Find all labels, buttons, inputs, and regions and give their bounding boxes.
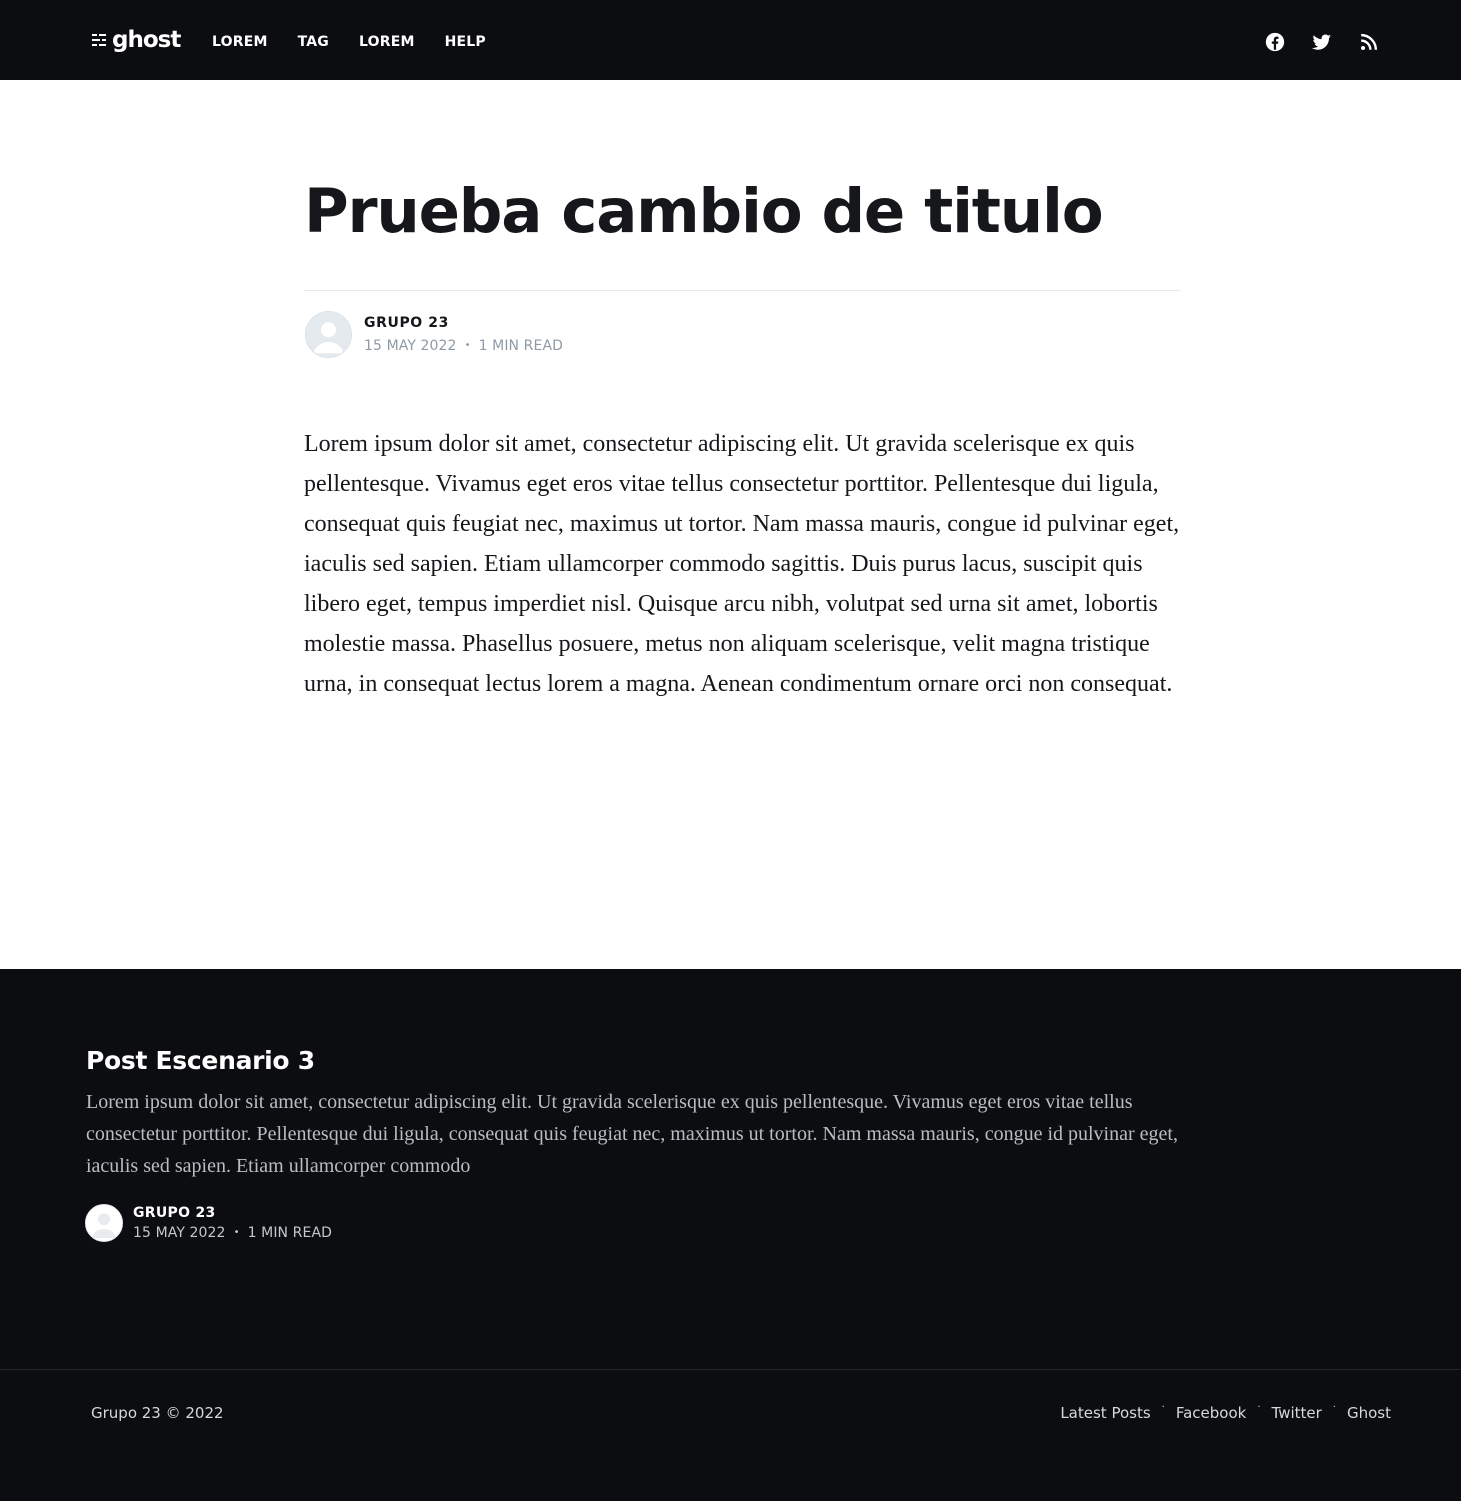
rss-icon[interactable] [1358, 31, 1380, 53]
twitter-icon[interactable] [1311, 31, 1333, 53]
footer-nav: Latest Posts · Facebook · Twitter · Ghos… [1060, 1401, 1391, 1423]
next-post-title[interactable]: Post Escenario 3 [86, 1044, 315, 1078]
next-meta-separator: • [233, 1227, 240, 1238]
next-post-byline: GRUPO 23 15 MAY 2022 • 1 MIN READ [85, 1204, 332, 1242]
nav-item-tag[interactable]: TAG [298, 33, 329, 51]
site-footer: Grupo 23 © 2022 Latest Posts · Facebook … [0, 1369, 1461, 1501]
post-meta: 15 MAY 2022 • 1 MIN READ [364, 336, 563, 356]
user-icon [306, 312, 351, 357]
footer-separator: · [1332, 1401, 1336, 1413]
byline-text: GRUPO 23 15 MAY 2022 • 1 MIN READ [364, 313, 563, 356]
site-header: ghost LOREM TAG LOREM HELP [0, 0, 1461, 80]
footer-link-ghost[interactable]: Ghost [1347, 1403, 1391, 1423]
footer-separator: · [1161, 1401, 1165, 1413]
author-avatar[interactable] [305, 311, 352, 358]
post-title: Prueba cambio de titulo [304, 176, 1104, 247]
post-content: Lorem ipsum dolor sit amet, consectetur … [304, 431, 1180, 697]
footer-link-latest-posts[interactable]: Latest Posts [1060, 1403, 1150, 1423]
post-byline: GRUPO 23 15 MAY 2022 • 1 MIN READ [305, 311, 563, 358]
next-post-excerpt[interactable]: Lorem ipsum dolor sit amet, consectetur … [86, 1086, 1206, 1182]
footer-link-facebook[interactable]: Facebook [1176, 1403, 1246, 1423]
next-author-avatar[interactable] [85, 1204, 123, 1242]
next-reading-time: 1 MIN READ [247, 1225, 332, 1241]
meta-separator: • [464, 340, 471, 351]
nav-item-lorem-2[interactable]: LOREM [359, 33, 415, 51]
next-byline-text: GRUPO 23 15 MAY 2022 • 1 MIN READ [133, 1204, 332, 1242]
facebook-icon[interactable] [1264, 31, 1286, 53]
user-icon [86, 1205, 122, 1241]
reading-time: 1 MIN READ [478, 338, 563, 354]
logo-text: ghost [112, 27, 181, 53]
next-post-date: 15 MAY 2022 [133, 1225, 226, 1241]
main-nav: LOREM TAG LOREM HELP [212, 33, 516, 51]
post-date: 15 MAY 2022 [364, 338, 457, 354]
next-post-meta: 15 MAY 2022 • 1 MIN READ [133, 1224, 332, 1242]
footer-link-twitter[interactable]: Twitter [1272, 1403, 1322, 1423]
title-divider [304, 290, 1180, 291]
site-logo[interactable]: ghost [92, 26, 181, 54]
ghost-logo-icon [92, 34, 106, 46]
social-links [1264, 31, 1380, 53]
footer-separator: · [1257, 1401, 1261, 1413]
nav-item-lorem[interactable]: LOREM [212, 33, 268, 51]
copyright: Grupo 23 © 2022 [91, 1404, 224, 1422]
next-author-name[interactable]: GRUPO 23 [133, 1204, 332, 1222]
read-next-section: Post Escenario 3 Lorem ipsum dolor sit a… [0, 969, 1461, 1369]
author-name[interactable]: GRUPO 23 [364, 313, 563, 333]
nav-item-help[interactable]: HELP [445, 33, 486, 51]
